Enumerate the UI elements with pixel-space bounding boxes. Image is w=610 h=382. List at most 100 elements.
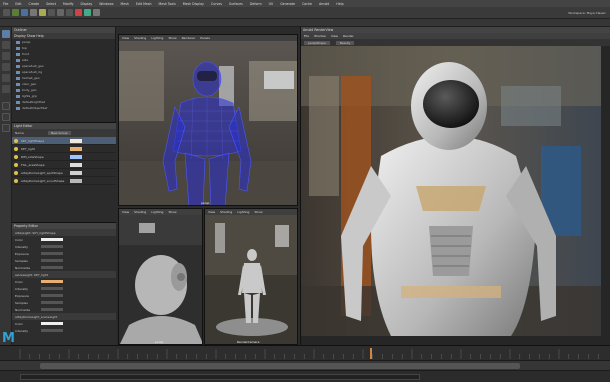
create-icon[interactable] [12,9,19,16]
ipr-icon[interactable] [84,9,91,16]
viewport-menu-item[interactable]: Shading [220,209,232,215]
light-color-swatch[interactable] [70,146,82,151]
viewport-shaded[interactable]: View Shading Lighting Show persp [118,208,203,345]
property-slider[interactable] [41,308,63,311]
range-bar[interactable] [40,363,520,369]
paint-select-icon[interactable] [2,52,10,60]
viewport-render-camera[interactable]: View Shading Lighting Show RenderCamera [204,208,298,345]
viewport-menu-item[interactable]: Renderer [182,35,196,41]
light-color-swatch[interactable] [70,178,82,183]
select-tool-icon[interactable] [2,30,10,38]
viewport-menu-item[interactable]: Show [168,209,176,215]
render-settings-icon[interactable] [93,9,100,16]
light-row[interactable]: aiSkyDomeLight_spotShape [12,169,116,177]
renderview-aov-select[interactable]: Beauty [335,40,355,45]
scale-tool-icon[interactable] [2,85,10,93]
menu-item[interactable]: Windows [99,2,113,6]
menu-item[interactable]: Surfaces [229,2,243,6]
rotate-icon[interactable] [30,9,37,16]
menu-item[interactable]: Modify [63,2,74,6]
scale-icon[interactable] [39,9,46,16]
menu-item[interactable]: Display [81,2,93,6]
property-slider[interactable] [41,245,63,248]
select-icon[interactable] [3,9,10,16]
property-slider[interactable] [41,301,63,304]
property-slider[interactable] [41,287,63,290]
menu-item[interactable]: File [3,2,8,6]
four-pane-layout-icon[interactable] [2,113,10,121]
light-color-swatch[interactable] [70,170,82,175]
light-row[interactable]: aiSkyDomeLight_scoutShape [12,177,116,185]
viewport-menu-item[interactable]: View [122,35,129,41]
mel-input[interactable] [20,374,420,380]
viewport-menu-item[interactable]: Shading [134,209,146,215]
menu-item[interactable]: Edit Mesh [136,2,152,6]
property-slider[interactable] [41,266,63,269]
viewport-menu-item[interactable]: Show [168,35,176,41]
menu-item[interactable]: Help [336,2,343,6]
light-row[interactable]: SKY_lightShape [12,137,116,145]
viewport-menu-item[interactable]: Lighting [151,209,163,215]
viewport-menu-item[interactable]: Lighting [237,209,249,215]
property-slider[interactable] [41,294,63,297]
menu-item[interactable]: Create [29,2,40,6]
viewport-menu-item[interactable]: File [304,33,309,39]
viewport-menu-item[interactable]: View [208,209,215,215]
property-slider[interactable] [41,280,63,283]
snap-curve-icon[interactable] [57,9,64,16]
move-tool-icon[interactable] [2,63,10,71]
menu-item[interactable]: Mesh Tools [159,2,176,6]
workspace-selector[interactable]: Workspace: Maya Classic [568,11,606,15]
light-row[interactable]: KEY_light [12,145,116,153]
menu-item[interactable]: Cache [302,2,312,6]
light-icon [14,170,18,175]
snap-point-icon[interactable] [66,9,73,16]
property-slider[interactable] [41,322,63,325]
light-color-swatch[interactable] [70,162,82,167]
viewport-menu-item[interactable]: Window [314,33,326,39]
command-line[interactable] [0,370,610,382]
light-color-swatch[interactable] [70,154,82,159]
menu-item[interactable]: Select [46,2,56,6]
property-slider[interactable] [41,238,63,241]
property-label: Samples [15,300,28,305]
viewport-menu-item[interactable]: Show [254,209,262,215]
property-row: Samples [12,299,116,306]
menu-item[interactable]: Deform [250,2,262,6]
snap-grid-icon[interactable] [48,9,55,16]
move-icon[interactable] [21,9,28,16]
viewport-menu-item[interactable]: Panels [200,35,210,41]
render-icon[interactable] [75,9,82,16]
viewport-wireframe[interactable]: View Shading Lighting Show Renderer Panels [118,34,298,206]
light-color-swatch[interactable] [70,138,82,143]
viewport-menu-item[interactable]: Render [343,33,354,39]
new-group-button[interactable]: New Group [47,131,71,135]
menu-item[interactable]: Arnold [319,2,329,6]
single-pane-layout-icon[interactable] [2,102,10,110]
property-section[interactable]: aiSkyLight: SKY_lightShape [12,229,116,236]
renderview-camera-select[interactable]: perspShape [304,40,330,45]
light-row[interactable]: RIM_sideShape [12,153,116,161]
viewport-menu-item[interactable]: Shading [134,35,146,41]
menu-item[interactable]: Generate [280,2,295,6]
range-slider[interactable] [0,360,610,370]
rotate-tool-icon[interactable] [2,74,10,82]
property-section[interactable]: aiAreaLight: KEY_light [12,271,116,278]
viewport-menu-item[interactable]: View [122,209,129,215]
lasso-tool-icon[interactable] [2,41,10,49]
property-section[interactable]: aiSkyDomeLight_sceneLight [12,313,116,320]
menu-item[interactable]: Mesh [121,2,129,6]
light-row[interactable]: FILL_areaShape [12,161,116,169]
menu-item[interactable]: Curves [211,2,222,6]
outliner-item[interactable]: defaultObjectSet [12,105,115,111]
menu-item[interactable]: Edit [15,2,21,6]
time-slider[interactable] [0,345,610,360]
property-slider[interactable] [41,259,63,262]
two-pane-layout-icon[interactable] [2,124,10,132]
property-slider[interactable] [41,252,63,255]
menu-item[interactable]: UV [269,2,274,6]
viewport-menu-item[interactable]: View [331,33,338,39]
menu-item[interactable]: Mesh Display [183,2,204,6]
property-slider[interactable] [41,329,63,332]
viewport-menu-item[interactable]: Lighting [151,35,163,41]
